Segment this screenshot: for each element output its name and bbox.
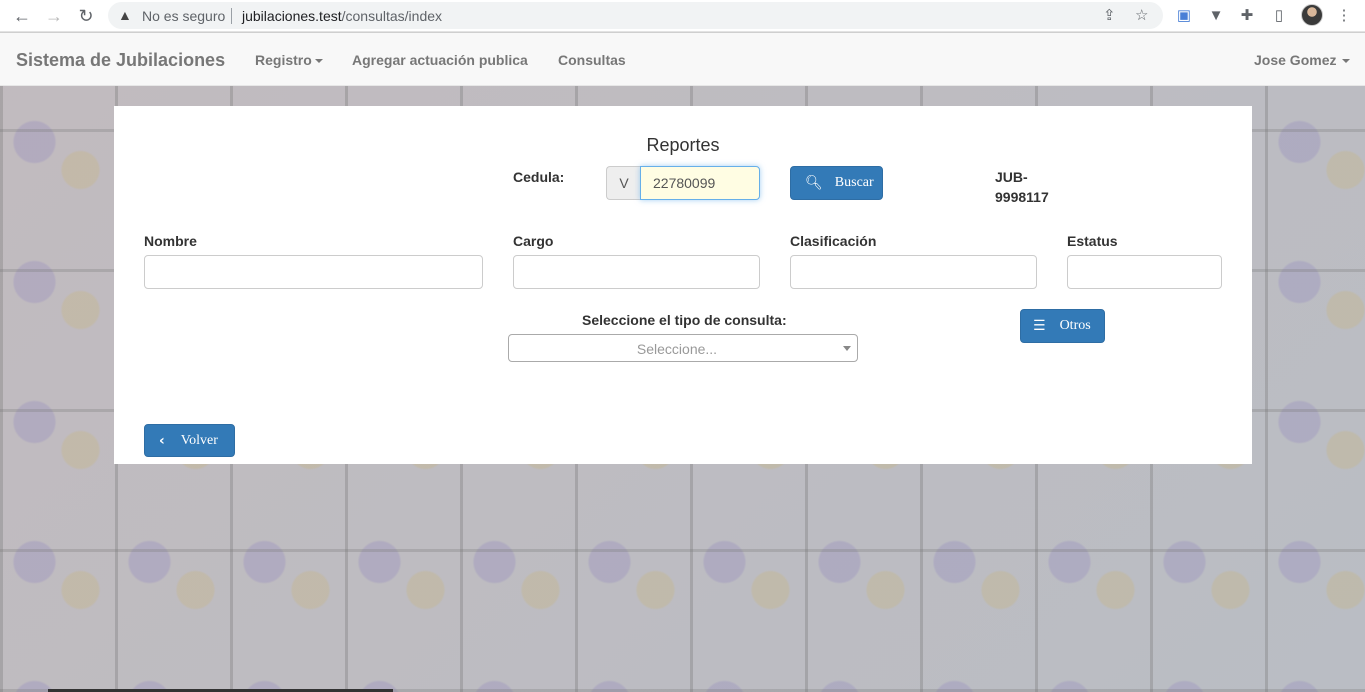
nav-agregar-actuacion[interactable]: Agregar actuación publica [352, 52, 528, 68]
nav-registro[interactable]: Registro [255, 52, 323, 68]
otros-button[interactable]: ☰ Otros [1020, 309, 1105, 343]
profile-avatar[interactable] [1301, 4, 1323, 26]
chevron-left-icon: ‹ [159, 432, 165, 449]
forward-icon[interactable]: → [43, 5, 65, 27]
estatus-field[interactable] [1067, 255, 1222, 289]
buscar-label: Buscar [834, 175, 874, 190]
caret-down-icon [314, 59, 323, 64]
brand-title[interactable]: Sistema de Jubilaciones [16, 50, 225, 71]
url-path: /consultas/index [341, 8, 443, 24]
clasificacion-label: Clasificación [790, 233, 877, 249]
user-name: Jose Gomez [1254, 52, 1337, 68]
security-label[interactable]: No es seguro [142, 8, 225, 24]
extensions-puzzle-icon[interactable]: ✚ [1237, 5, 1257, 25]
user-menu[interactable]: Jose Gomez [1254, 52, 1351, 68]
bookmark-star-icon[interactable]: ☆ [1135, 6, 1148, 24]
back-icon[interactable]: ← [11, 5, 33, 27]
tipo-consulta-select[interactable]: Seleccione... [508, 334, 858, 362]
nav-consultas[interactable]: Consultas [558, 52, 626, 68]
cargo-label: Cargo [513, 233, 554, 249]
browser-toolbar: ← → ↻ ▲ No es seguro jubilaciones.test/c… [0, 0, 1365, 32]
buscar-button[interactable]: 🔍︎ Buscar [790, 166, 883, 200]
url-text[interactable]: jubilaciones.test/consultas/index [242, 8, 442, 24]
reload-icon[interactable]: ↻ [75, 5, 97, 27]
page-title: Reportes [646, 135, 720, 155]
volver-label: Volver [180, 432, 218, 448]
reportes-panel: Reportes Cedula: V 🔍︎ Buscar JUB-9998117… [114, 106, 1252, 464]
translate-extension-icon[interactable]: ▣ [1174, 5, 1194, 25]
side-panel-icon[interactable]: ▯ [1269, 5, 1289, 25]
cedula-input[interactable] [640, 166, 760, 200]
cargo-field[interactable] [513, 255, 760, 289]
nav-registro-label: Registro [255, 52, 312, 68]
nombre-field[interactable] [144, 255, 483, 289]
jub-code: JUB-9998117 [995, 169, 1049, 205]
list-icon: ☰ [1033, 318, 1046, 334]
address-bar[interactable]: ▲ No es seguro jubilaciones.test/consult… [108, 2, 1163, 29]
clasificacion-field[interactable] [790, 255, 1037, 289]
omnibox-separator [231, 8, 232, 24]
browser-menu-icon[interactable]: ⋮ [1334, 5, 1354, 25]
vue-extension-icon[interactable]: ▼ [1206, 5, 1226, 25]
share-icon[interactable]: ⇪ [1103, 6, 1116, 24]
caret-down-icon [1342, 59, 1351, 64]
volver-button[interactable]: ‹ Volver [144, 424, 235, 457]
otros-label: Otros [1059, 318, 1091, 333]
estatus-label: Estatus [1067, 233, 1118, 249]
cedula-prefix: V [606, 166, 641, 200]
search-icon: 🔍︎ [805, 175, 823, 191]
cedula-label: Cedula: [513, 169, 565, 185]
app-navbar: Sistema de Jubilaciones Registro Agregar… [0, 33, 1365, 86]
tipo-consulta-placeholder: Seleccione... [636, 341, 718, 357]
url-host: jubilaciones.test [242, 8, 342, 24]
warning-icon[interactable]: ▲ [118, 7, 132, 23]
nombre-label: Nombre [144, 233, 197, 249]
tipo-consulta-label: Seleccione el tipo de consulta: [582, 312, 787, 328]
dropdown-arrow-icon [843, 346, 851, 351]
